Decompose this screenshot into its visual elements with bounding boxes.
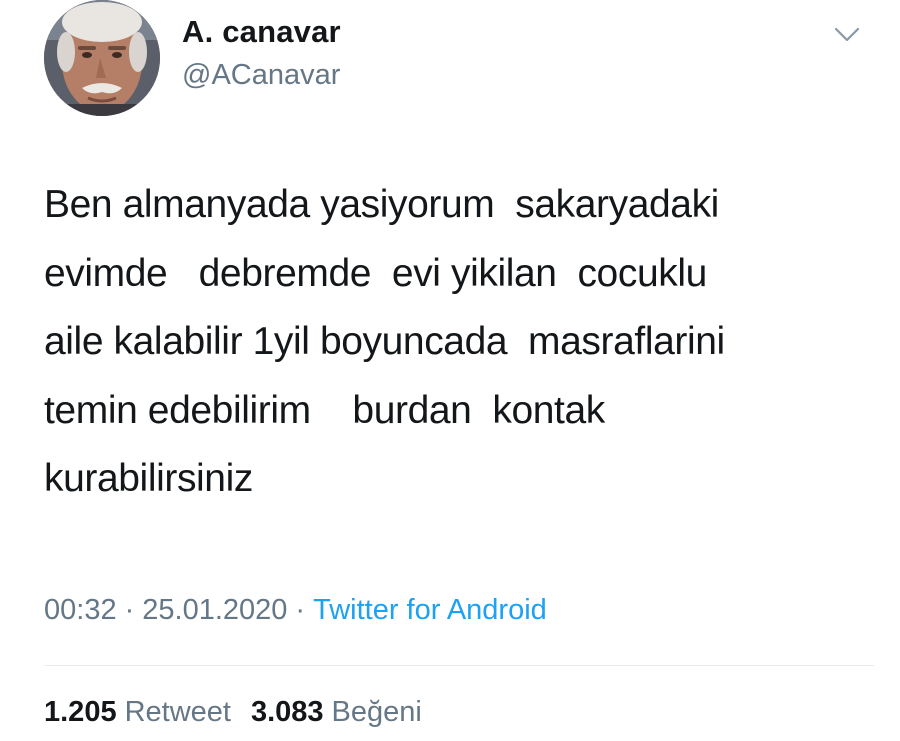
retweets-stat[interactable]: 1.205 Retweet [44,696,231,728]
retweet-label: Retweet [124,696,231,728]
divider [44,665,874,666]
user-handle[interactable]: @ACanavar [182,59,340,92]
avatar-image [44,0,160,116]
meta-separator: · [295,594,306,626]
tweet-time: 00:32 [44,594,117,626]
like-count: 3.083 [250,696,324,728]
tweet-stats: 1.205 Retweet 3.083 Beğeni [44,696,422,729]
tweet-text: Ben almanyada yasiyorum sakaryadaki evim… [44,183,725,500]
chevron-down-icon[interactable] [832,22,862,46]
tweet-source-link[interactable]: Twitter for Android [313,594,547,626]
avatar[interactable] [44,0,160,116]
retweet-count: 1.205 [44,696,117,728]
tweet-date: 25.01.2020 [142,594,288,626]
tweet-card: A. canavar @ACanavar Ben almanyada yasiy… [0,0,900,741]
meta-separator: · [124,594,135,626]
tweet-metadata: 00:32 · 25.01.2020 · Twitter for Android [44,594,547,627]
display-name[interactable]: A. canavar [182,14,341,50]
likes-stat[interactable]: 3.083 Beğeni [251,696,422,728]
like-label: Beğeni [331,696,422,728]
